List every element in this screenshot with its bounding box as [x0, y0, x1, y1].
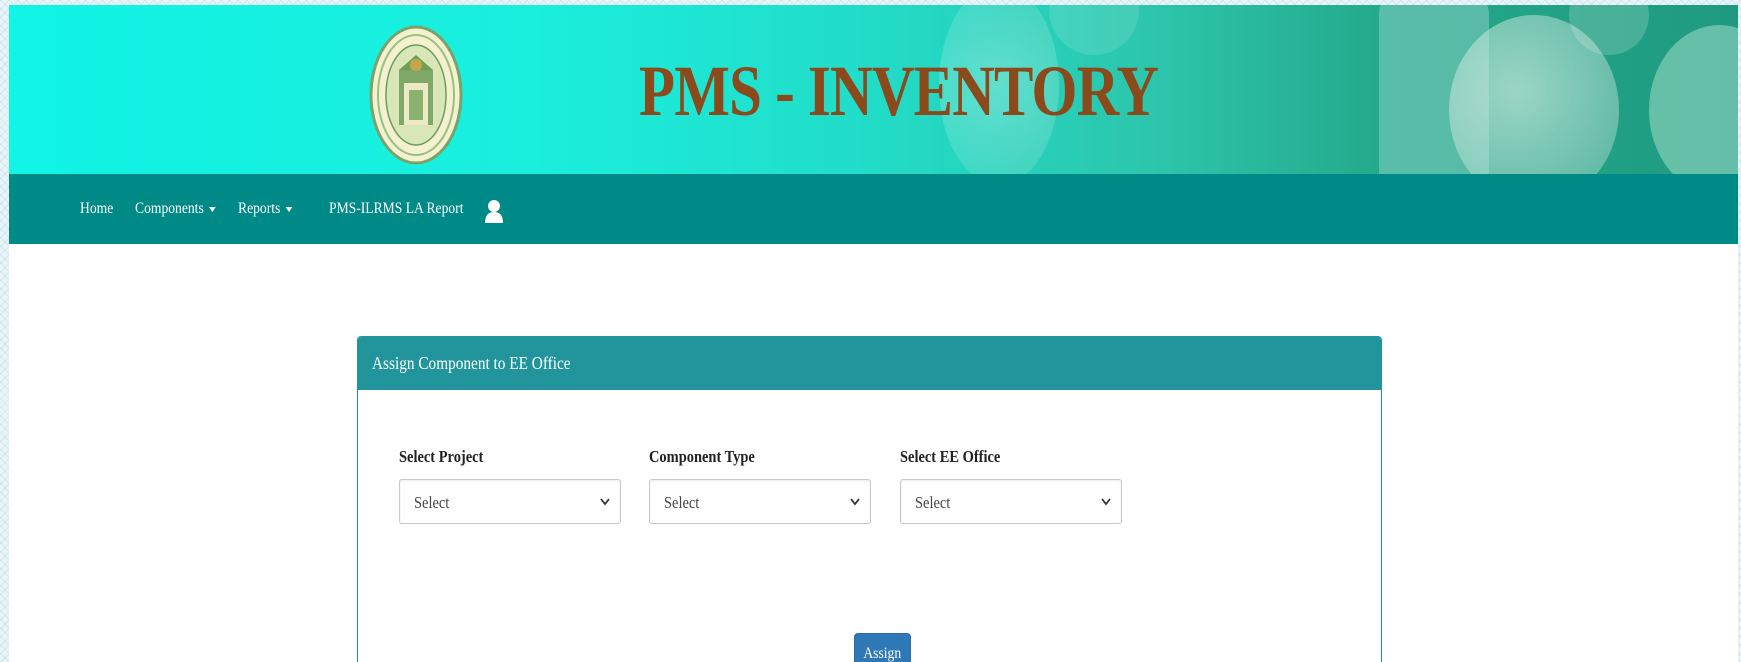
chevron-down-icon: [600, 498, 610, 506]
assign-button[interactable]: Assign: [854, 633, 911, 662]
nav-ilrms-la-report-label: PMS-ILRMS LA Report: [329, 200, 464, 217]
component-type-label: Component Type: [649, 447, 755, 466]
header-banner: PMS - INVENTORY: [9, 5, 1738, 174]
nav-components-label: Components: [135, 200, 204, 217]
nav-home-label: Home: [80, 200, 114, 217]
nav-components-dropdown[interactable]: Components: [135, 174, 216, 244]
component-type-value: Select: [664, 493, 700, 512]
user-icon[interactable]: [483, 199, 505, 223]
select-ee-office-value: Select: [915, 493, 951, 512]
select-project-dropdown[interactable]: Select: [399, 479, 621, 524]
nav-reports-dropdown[interactable]: Reports: [238, 174, 293, 244]
telangana-emblem-icon: [369, 25, 463, 165]
select-ee-office-label: Select EE Office: [900, 447, 1001, 466]
assign-component-panel: Assign Component to EE Office Select Pro…: [357, 336, 1382, 662]
select-ee-office-dropdown[interactable]: Select: [900, 479, 1122, 524]
nav-home[interactable]: Home: [80, 174, 113, 244]
component-type-dropdown[interactable]: Select: [649, 479, 871, 524]
chevron-down-icon: [850, 498, 860, 506]
bokeh-decoration: [1049, 5, 1139, 55]
nav-ilrms-la-report[interactable]: PMS-ILRMS LA Report: [329, 174, 464, 244]
panel-heading: Assign Component to EE Office: [358, 337, 1381, 390]
assign-button-label: Assign: [863, 645, 902, 662]
select-project-value: Select: [414, 493, 450, 512]
chevron-down-icon: [1101, 498, 1111, 506]
main-navbar: Home Components Reports PMS-ILRMS LA Rep…: [9, 174, 1738, 244]
page-frame: PMS - INVENTORY Home Components Reports …: [9, 5, 1738, 662]
panel-heading-text: Assign Component to EE Office: [372, 353, 571, 373]
select-project-label: Select Project: [399, 447, 484, 466]
caret-down-icon: [285, 206, 293, 212]
nav-reports-label: Reports: [238, 200, 281, 217]
bokeh-decoration: [1649, 25, 1738, 174]
caret-down-icon: [208, 206, 216, 212]
page-title: PMS - INVENTORY: [639, 51, 1159, 131]
